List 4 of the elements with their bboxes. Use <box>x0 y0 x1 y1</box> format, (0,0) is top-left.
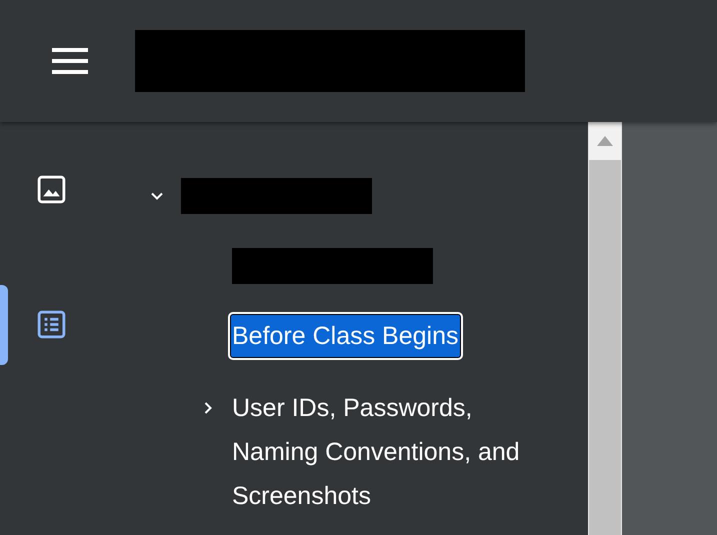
scrollbar[interactable] <box>588 122 622 535</box>
outline-item[interactable]: Before Class Begins <box>228 312 463 360</box>
outline-item[interactable]: User IDs, Passwords, Naming Conventions, and Screenshots <box>232 386 550 518</box>
menu-icon[interactable] <box>52 48 88 74</box>
